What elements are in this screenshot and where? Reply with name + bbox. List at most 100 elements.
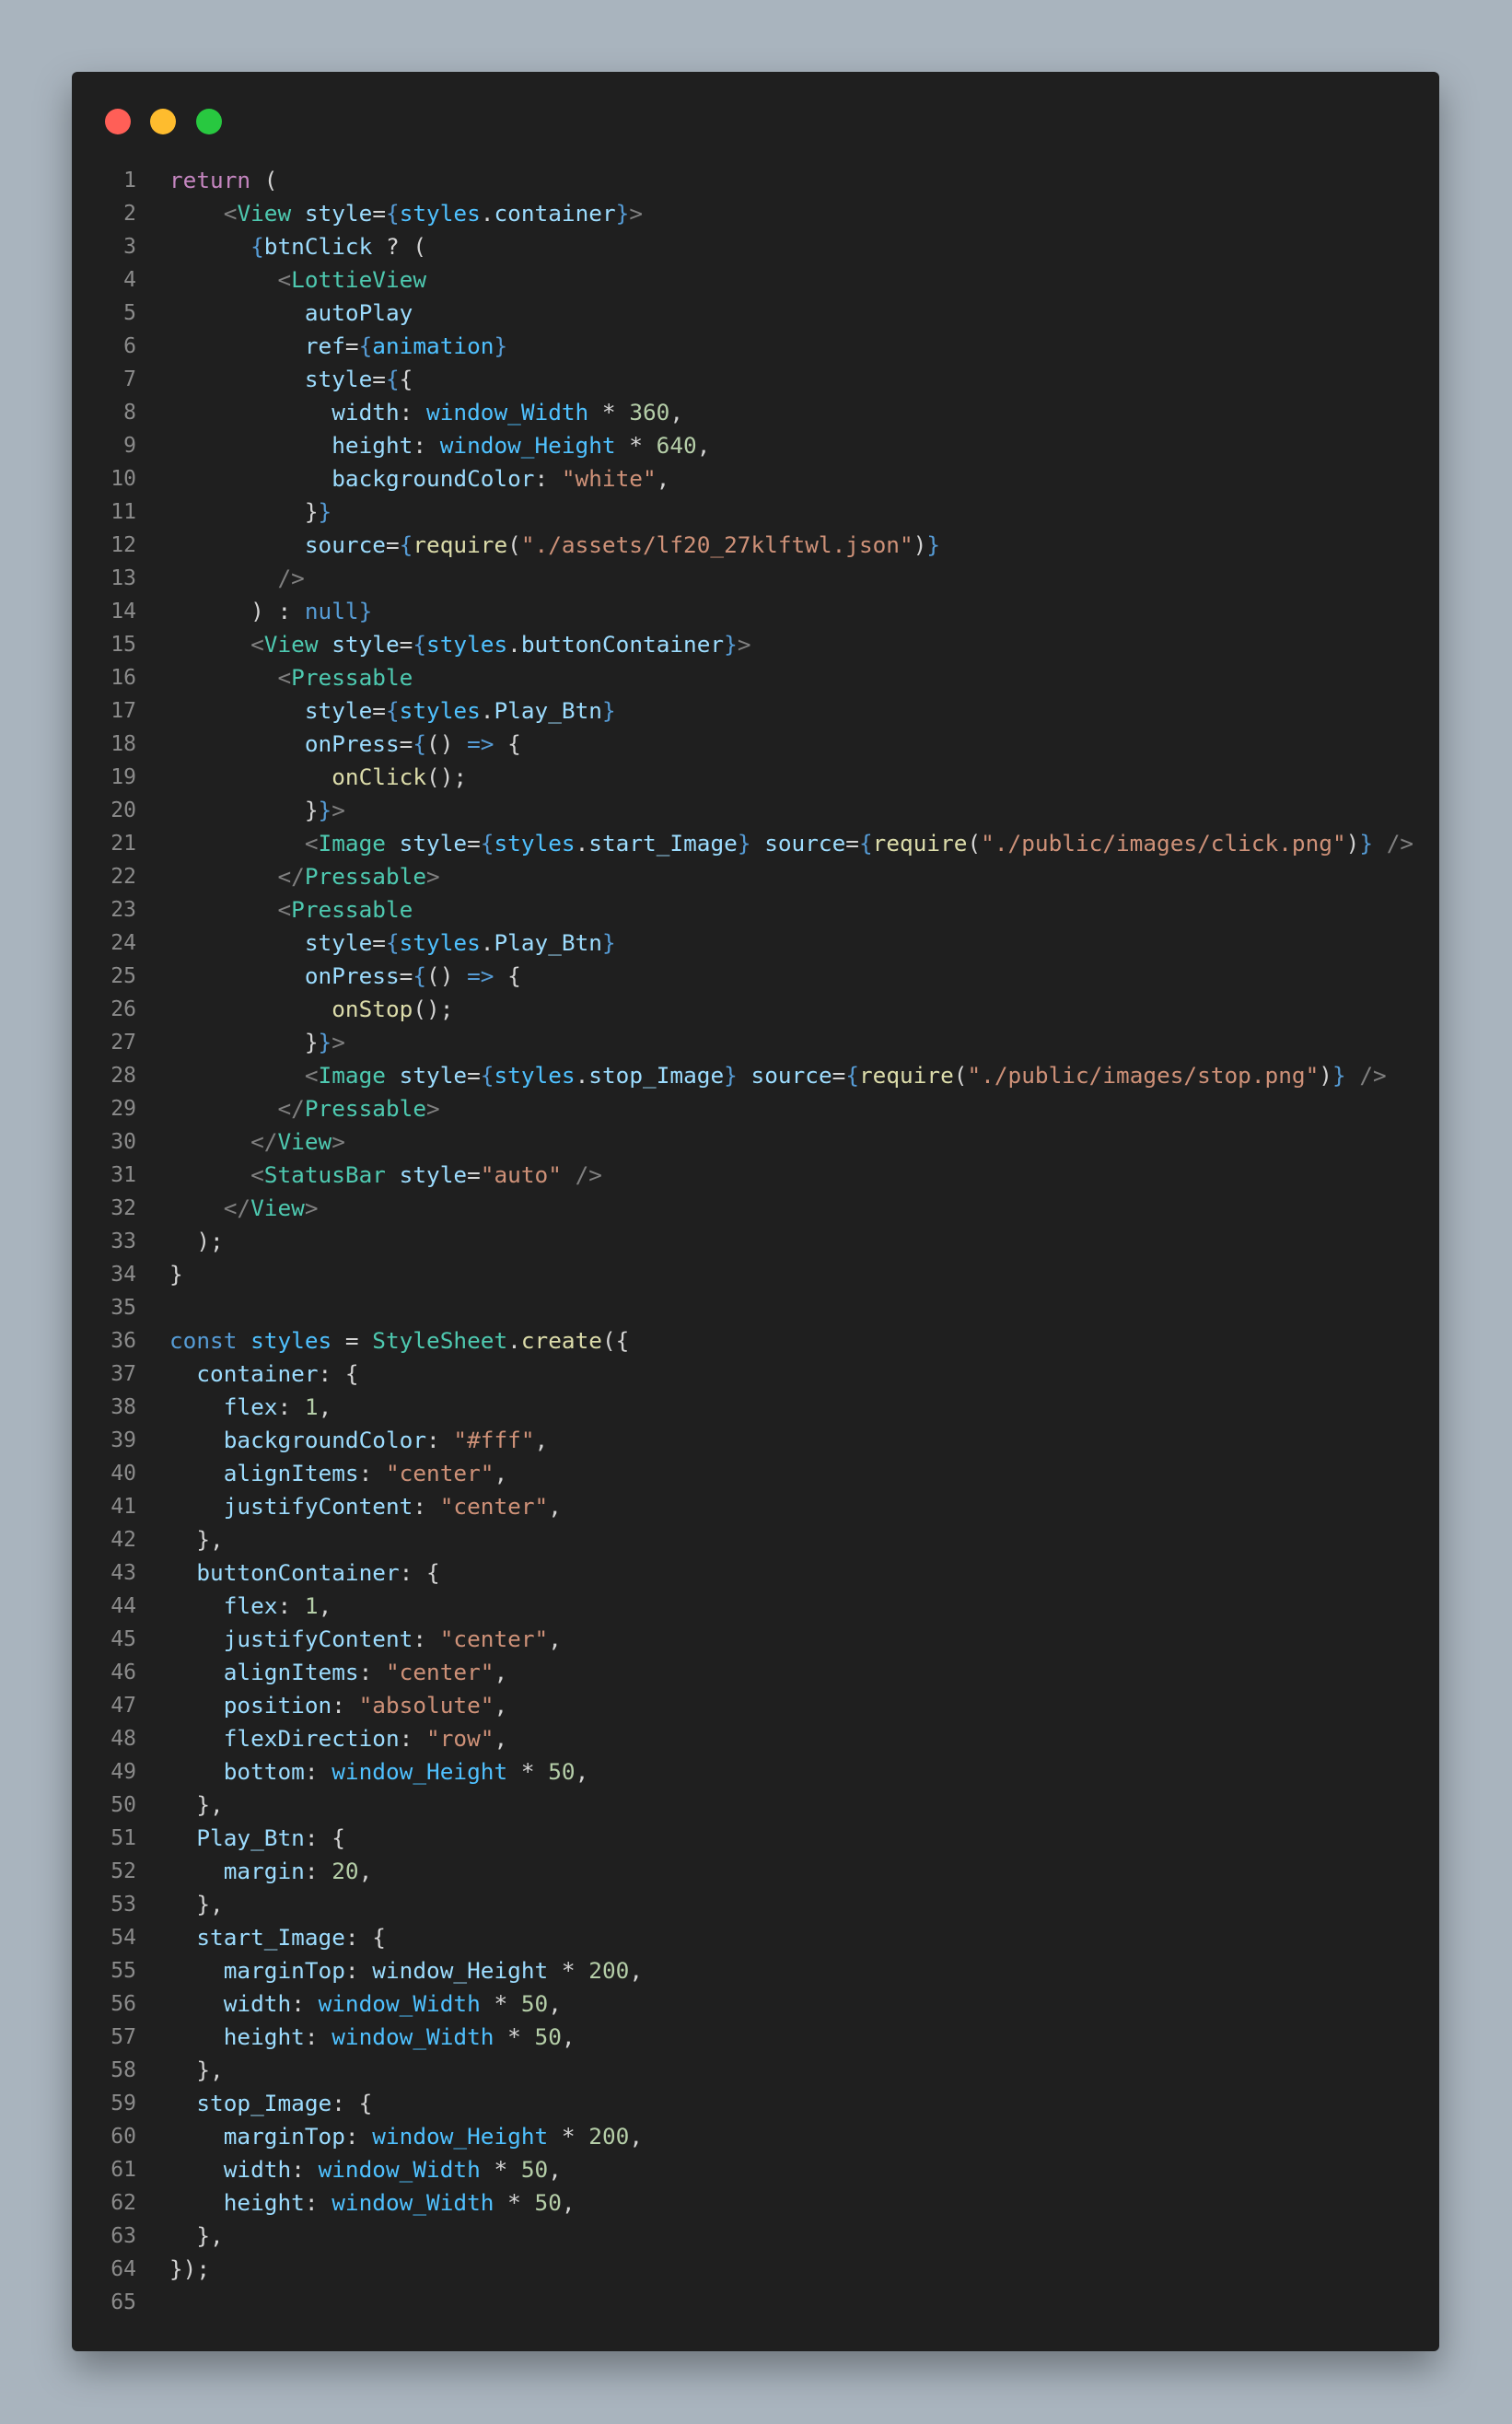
code-token: } xyxy=(169,1261,183,1288)
code-text: onPress={() => { xyxy=(169,960,521,993)
code-text: style={{ xyxy=(169,363,413,396)
code-token: } xyxy=(724,631,738,658)
code-token: Image xyxy=(318,1062,386,1089)
code-token: style xyxy=(304,366,373,392)
code-token: { xyxy=(480,830,494,857)
code-token: "row" xyxy=(426,1725,494,1752)
code-line: 18 onPress={() => { xyxy=(72,728,1439,761)
code-token: = xyxy=(399,730,413,757)
line-number: 47 xyxy=(110,1694,136,1718)
code-token: * xyxy=(615,432,657,459)
code-token: stop_Image xyxy=(588,1062,725,1089)
code-line: 31 <StatusBar style="auto" /> xyxy=(72,1159,1439,1192)
code-token: : xyxy=(358,1659,386,1685)
code-token: : xyxy=(304,2189,332,2216)
code-token: ( xyxy=(953,1062,968,1089)
code-token: , xyxy=(548,1990,562,2017)
code-token: require xyxy=(413,531,508,558)
code-token: "#fff" xyxy=(453,1427,535,1453)
code-token: "auto" xyxy=(480,1161,562,1188)
code-token: window_Width xyxy=(318,2156,481,2183)
minimize-window-button[interactable] xyxy=(150,109,176,134)
code-token: return xyxy=(169,167,251,193)
code-token: } xyxy=(318,1029,332,1055)
code-token: . xyxy=(507,631,521,658)
code-token: < xyxy=(277,664,292,691)
code-token: flex xyxy=(223,1592,278,1619)
code-token: , xyxy=(656,465,670,492)
code-token: : xyxy=(331,1692,359,1719)
code-token: * xyxy=(507,1758,549,1785)
code-token: style xyxy=(304,200,373,227)
code-token: 1 xyxy=(304,1592,319,1619)
code-text: }}> xyxy=(169,794,345,827)
line-number: 64 xyxy=(110,2257,136,2281)
code-token: : { xyxy=(318,1360,359,1387)
line-number: 43 xyxy=(110,1561,136,1585)
code-token: } xyxy=(1359,830,1374,857)
code-token: = xyxy=(845,830,859,857)
code-line: 33 ); xyxy=(72,1225,1439,1258)
code-line: 3 {btnClick ? ( xyxy=(72,230,1439,263)
line-number: 5 xyxy=(123,301,136,325)
code-token: : xyxy=(399,1725,427,1752)
code-token: * xyxy=(548,1957,589,1984)
code-text: }}> xyxy=(169,1026,345,1059)
code-token: }, xyxy=(169,1891,224,1917)
code-text: flex: 1, xyxy=(169,1590,332,1623)
code-token: const xyxy=(169,1327,238,1354)
maximize-window-button[interactable] xyxy=(196,109,222,134)
close-window-button[interactable] xyxy=(105,109,131,134)
code-line: 16 <Pressable xyxy=(72,661,1439,694)
code-token: }, xyxy=(169,1791,224,1818)
code-token: < xyxy=(277,266,292,293)
code-token: </ xyxy=(223,1195,251,1221)
code-line: 19 onClick(); xyxy=(72,761,1439,794)
code-token: justifyContent xyxy=(223,1493,413,1520)
code-token: , xyxy=(548,1493,562,1520)
line-number: 61 xyxy=(110,2158,136,2182)
code-token: /> xyxy=(1359,1062,1387,1089)
code-token: window_Width xyxy=(318,1990,481,2017)
code-token: > xyxy=(331,1128,345,1155)
code-token: position xyxy=(223,1692,332,1719)
code-text: }, xyxy=(169,2054,223,2087)
code-token: < xyxy=(304,830,319,857)
code-token: , xyxy=(318,1592,332,1619)
code-token: onPress xyxy=(304,730,400,757)
code-text: stop_Image: { xyxy=(169,2087,372,2120)
code-token: onClick xyxy=(331,763,427,790)
code-token: : { xyxy=(399,1559,440,1586)
code-token: { xyxy=(413,730,427,757)
code-text: autoPlay xyxy=(169,297,413,330)
line-number: 23 xyxy=(110,898,136,922)
code-line: 56 width: window_Width * 50, xyxy=(72,1987,1439,2021)
code-token: = xyxy=(372,697,386,724)
code-token: ( xyxy=(507,531,521,558)
line-number: 53 xyxy=(110,1893,136,1917)
code-token: width xyxy=(223,2156,292,2183)
line-number: 58 xyxy=(110,2058,136,2082)
line-number: 55 xyxy=(110,1959,136,1983)
code-line: 30 </View> xyxy=(72,1125,1439,1159)
code-line: 23 <Pressable xyxy=(72,893,1439,926)
code-token: alignItems xyxy=(223,1460,359,1486)
code-token: window_Height xyxy=(439,432,616,459)
code-token: source xyxy=(764,830,846,857)
line-number: 56 xyxy=(110,1992,136,2016)
code-token: , xyxy=(494,1460,508,1486)
code-token: : xyxy=(534,465,562,492)
code-token: } xyxy=(358,598,373,624)
code-token: 1 xyxy=(304,1393,319,1420)
code-token: Play_Btn xyxy=(494,929,602,956)
line-number: 60 xyxy=(110,2125,136,2149)
